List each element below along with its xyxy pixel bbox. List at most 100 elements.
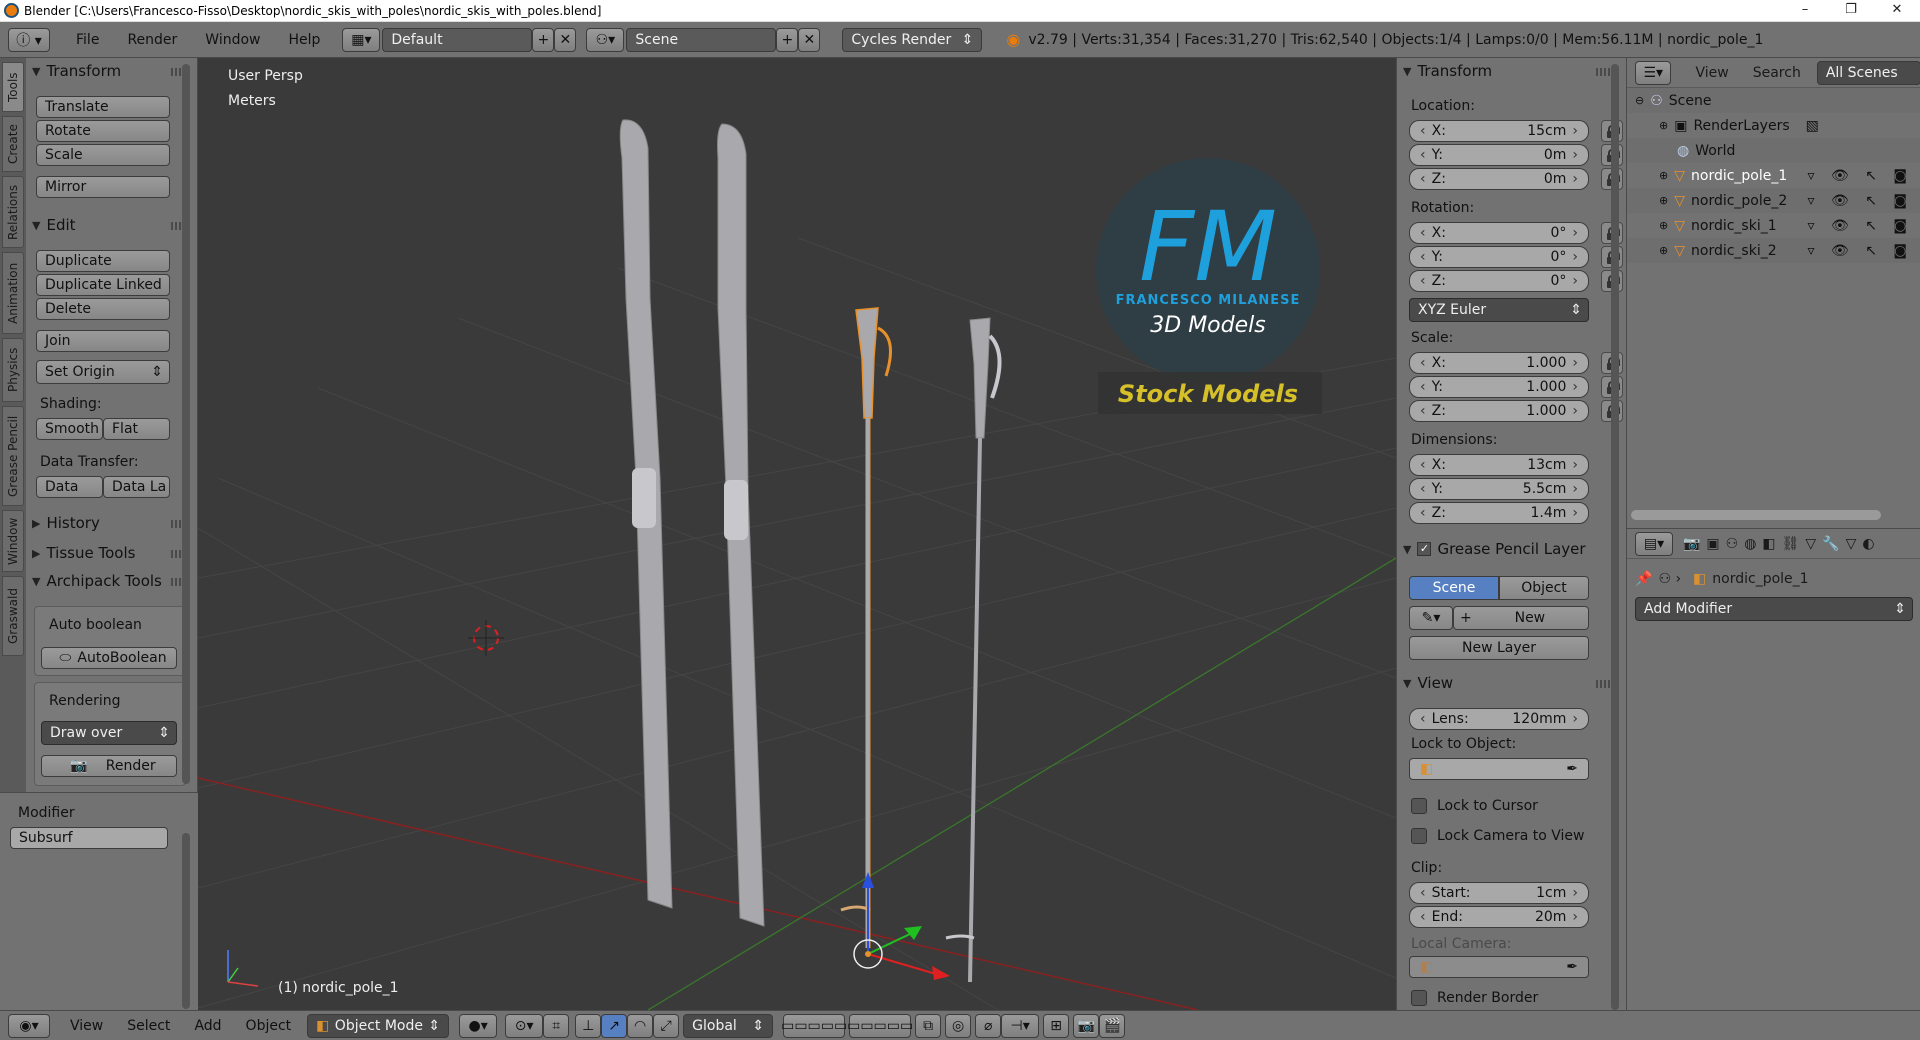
menu-select[interactable]: Select [127, 1018, 170, 1034]
expand-icon[interactable]: ⊕ [1659, 219, 1668, 232]
rotate-button[interactable]: Rotate [36, 120, 170, 142]
outliner-row-scene[interactable]: ⊖ ⚇ Scene [1627, 88, 1920, 113]
flat-button[interactable]: Flat [103, 418, 170, 440]
join-button[interactable]: Join [36, 330, 170, 352]
location-x-field[interactable]: X: 15cm [1409, 120, 1589, 142]
scale-x-field[interactable]: X: 1.000 [1409, 352, 1589, 374]
visibility-icons[interactable]: ▿ 👁 ↖ ◙ [1808, 168, 1913, 184]
subsurf-field[interactable]: Subsurf [10, 827, 168, 849]
pole-1-grip[interactable] [855, 307, 879, 419]
snap-magnet-icon[interactable]: ⌀ [975, 1013, 1002, 1038]
clip-end-field[interactable]: End: 20m [1409, 906, 1589, 928]
minimize-button[interactable]: – [1782, 0, 1828, 22]
location-y-field[interactable]: Y: 0m [1409, 144, 1589, 166]
screen-layout-icon[interactable]: ▦▾ [342, 27, 381, 52]
opengl-anim-icon[interactable]: 🎬 [1099, 1013, 1126, 1038]
gizmo-y-arrow[interactable] [867, 933, 911, 955]
draw-over-dropdown[interactable]: Draw over ⇕ [41, 721, 177, 745]
tab-grease-pencil[interactable]: Grease Pencil [2, 406, 24, 506]
tab-animation[interactable]: Animation [2, 252, 24, 334]
maximize-button[interactable]: ❐ [1828, 0, 1874, 22]
tab-graswald[interactable]: Graswald [2, 576, 24, 656]
mode-select[interactable]: ◧ Object Mode ⇕ [307, 1013, 450, 1038]
remove-scene-icon[interactable]: ✕ [798, 27, 821, 52]
proportional-edit-icon[interactable]: ◎ [945, 1013, 972, 1038]
dimensions-x-field[interactable]: X: 13cm [1409, 454, 1589, 476]
menu-object[interactable]: Object [246, 1018, 292, 1034]
pivot-point-icon[interactable]: ⊙▾ [505, 1013, 544, 1038]
scene-icon[interactable]: ⚇▾ [586, 27, 625, 52]
viewport-shading-icon[interactable]: ●▾ [459, 1013, 498, 1038]
new-grease-button[interactable]: + New [1453, 606, 1589, 630]
grease-pencil-header[interactable]: ▼ ✓ Grease Pencil Layer [1403, 538, 1586, 560]
outliner-row-world[interactable]: ◍ World [1627, 138, 1920, 163]
render-button[interactable]: 📷 Render [41, 755, 177, 777]
expand-icon[interactable]: ⊕ [1659, 169, 1668, 182]
transform-panel-header[interactable]: ▼ Transform [32, 60, 121, 82]
lock-object-field[interactable]: ◧ ✒ [1409, 758, 1589, 780]
scene-name-field[interactable]: Scene [626, 27, 777, 52]
editor-type-info-icon[interactable]: ⓘ ▾ [8, 27, 50, 52]
lock-camera-checkbox[interactable] [1411, 828, 1427, 844]
snap-icon[interactable]: ⌗ [543, 1013, 570, 1038]
tab-physics[interactable]: Physics [2, 338, 24, 402]
outliner-row-nordic-pole-1[interactable]: ⊕ ▽ nordic_pole_1 ▿ 👁 ↖ ◙ [1627, 163, 1920, 188]
menu-file[interactable]: File [62, 32, 113, 48]
grease-object-tab[interactable]: Object [1499, 576, 1589, 600]
menu-window[interactable]: Window [191, 32, 274, 48]
edit-panel-header[interactable]: ▼ Edit [32, 214, 76, 236]
tab-relations[interactable]: Relations [2, 176, 24, 248]
outliner-search-menu[interactable]: Search [1753, 65, 1801, 81]
grease-pencil-checkbox[interactable]: ✓ [1417, 542, 1432, 556]
editor-type-3d-icon[interactable]: ◉▾ [8, 1013, 50, 1038]
modifier-scrollbar[interactable] [182, 833, 190, 1009]
dimensions-z-field[interactable]: Z: 1.4m [1409, 502, 1589, 524]
rotation-mode-dropdown[interactable]: XYZ Euler ⇕ [1409, 298, 1589, 322]
pin-icon[interactable]: 📌 [1635, 571, 1652, 587]
transform-orientation-select[interactable]: Global ⇕ [683, 1013, 774, 1038]
rotation-z-field[interactable]: Z: 0° [1409, 270, 1589, 292]
eyedropper-icon[interactable]: ✒ [1566, 959, 1578, 975]
layers-row-2-icon[interactable]: ▭▭▭▭▭ [847, 1013, 913, 1038]
autoboolean-button[interactable]: ⬭ AutoBoolean [41, 647, 177, 669]
panel-grip-icon[interactable] [1596, 680, 1612, 688]
tab-create[interactable]: Create [2, 116, 24, 172]
set-origin-dropdown[interactable]: Set Origin ⇕ [36, 360, 170, 384]
remove-layout-icon[interactable]: ✕ [554, 27, 577, 52]
opengl-render-icon[interactable]: 📷 [1073, 1013, 1100, 1038]
pencil-icon[interactable]: ✎▾ [1409, 606, 1453, 630]
menu-help[interactable]: Help [274, 32, 334, 48]
tissue-tools-panel-header[interactable]: ▶ Tissue Tools [32, 542, 135, 564]
eyedropper-icon[interactable]: ✒ [1566, 761, 1578, 777]
mirror-button[interactable]: Mirror [36, 176, 170, 198]
manipulator-toggle-icon[interactable]: ⊥ [575, 1013, 602, 1038]
scale-z-field[interactable]: Z: 1.000 [1409, 400, 1589, 422]
3d-viewport[interactable]: FM FRANCESCO MILANESE 3D Models Stock Mo… [198, 58, 1396, 1010]
delete-button[interactable]: Delete [36, 298, 170, 320]
clip-start-field[interactable]: Start: 1cm [1409, 882, 1589, 904]
duplicate-button[interactable]: Duplicate [36, 250, 170, 272]
expand-icon[interactable]: ⊕ [1659, 244, 1668, 257]
toolshelf-scrollbar[interactable] [182, 64, 190, 784]
menu-add[interactable]: Add [194, 1018, 221, 1034]
visibility-icons[interactable]: ▿ 👁 ↖ ◙ [1808, 218, 1913, 234]
dimensions-y-field[interactable]: Y: 5.5cm [1409, 478, 1589, 500]
menu-view[interactable]: View [70, 1018, 103, 1034]
translate-button[interactable]: Translate [36, 96, 170, 118]
render-engine-select[interactable]: Cycles Render ⇕ [842, 27, 983, 52]
panel-grip-icon[interactable] [1596, 68, 1612, 76]
local-camera-field[interactable]: ◧ ✒ [1409, 956, 1589, 978]
tab-window[interactable]: Window [2, 510, 24, 572]
scale-y-field[interactable]: Y: 1.000 [1409, 376, 1589, 398]
outliner-row-nordic-ski-1[interactable]: ⊕ ▽ nordic_ski_1 ▿ 👁 ↖ ◙ [1627, 213, 1920, 238]
rotate-manipulator-icon[interactable]: ◠ [627, 1013, 654, 1038]
scale-button[interactable]: Scale [36, 144, 170, 166]
npanel-transform-header[interactable]: ▼ Transform [1403, 60, 1492, 82]
location-z-field[interactable]: Z: 0m [1409, 168, 1589, 190]
rotation-y-field[interactable]: Y: 0° [1409, 246, 1589, 268]
translate-manipulator-icon[interactable]: ↗ [601, 1013, 628, 1038]
snap-element-icon[interactable]: ⊣▾ [1001, 1013, 1040, 1038]
add-modifier-dropdown[interactable]: Add Modifier ⇕ [1635, 597, 1913, 621]
layers-row-1-icon[interactable]: ▭▭▭▭▭ [781, 1013, 847, 1038]
snap-target-icon[interactable]: ⊞ [1043, 1013, 1070, 1038]
